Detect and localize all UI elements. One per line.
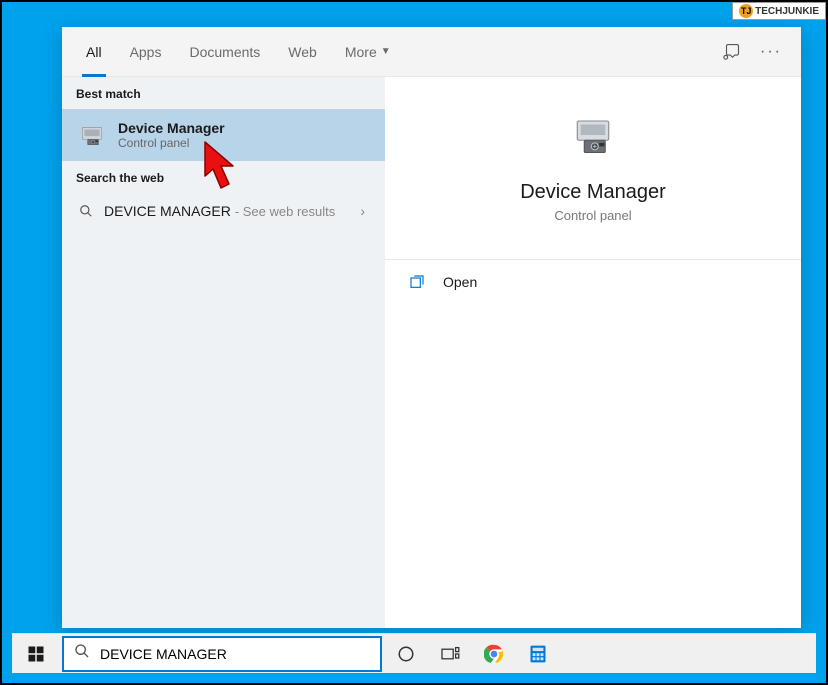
tab-documents[interactable]: Documents xyxy=(175,27,274,76)
calculator-icon xyxy=(528,644,548,664)
device-manager-icon xyxy=(76,119,108,151)
taskbar xyxy=(12,633,816,673)
open-icon xyxy=(409,274,429,290)
preview-header: Device Manager Control panel xyxy=(385,107,801,247)
search-icon xyxy=(74,643,90,664)
tab-more[interactable]: More ▼ xyxy=(331,27,405,76)
best-match-header: Best match xyxy=(62,77,385,109)
chrome-taskbar-button[interactable] xyxy=(472,634,516,674)
tab-web[interactable]: Web xyxy=(274,27,331,76)
search-web-header: Search the web xyxy=(62,161,385,193)
feedback-button[interactable] xyxy=(711,32,751,72)
chrome-icon xyxy=(484,644,504,664)
calculator-taskbar-button[interactable] xyxy=(516,634,560,674)
device-manager-icon-large xyxy=(565,107,621,163)
preview-subtitle: Control panel xyxy=(554,208,631,223)
start-button[interactable] xyxy=(12,634,60,674)
content-row: Best match Device Manager Control panel xyxy=(62,77,801,628)
watermark-text: TECHJUNKIE xyxy=(755,6,819,17)
cortana-button[interactable] xyxy=(384,634,428,674)
watermark-logo: TJ xyxy=(739,4,753,18)
best-match-device-manager[interactable]: Device Manager Control panel xyxy=(62,109,385,161)
taskbar-search-box[interactable] xyxy=(62,636,382,672)
windows-icon xyxy=(27,645,45,663)
tab-apps[interactable]: Apps xyxy=(116,27,176,76)
feedback-icon xyxy=(722,43,740,61)
results-column: Best match Device Manager Control panel xyxy=(62,77,385,628)
web-result-item[interactable]: DEVICE MANAGER - See web results › xyxy=(62,193,385,229)
tabs-row: All Apps Documents Web More ▼ ··· xyxy=(62,27,801,77)
preview-title: Device Manager xyxy=(520,181,666,204)
task-view-button[interactable] xyxy=(428,634,472,674)
ellipsis-icon: ··· xyxy=(760,43,782,61)
web-result-query: DEVICE MANAGER xyxy=(104,203,231,219)
open-label: Open xyxy=(443,274,477,290)
taskbar-search-input[interactable] xyxy=(100,646,370,662)
tab-all[interactable]: All xyxy=(72,27,116,76)
start-search-panel: All Apps Documents Web More ▼ ··· Best ma… xyxy=(62,27,801,628)
caret-down-icon: ▼ xyxy=(381,46,391,57)
web-result-suffix: - See web results xyxy=(235,204,335,219)
task-view-icon xyxy=(440,646,460,662)
best-match-subtitle: Control panel xyxy=(118,136,225,150)
tab-more-label: More xyxy=(345,44,377,60)
chevron-right-icon: › xyxy=(360,203,371,219)
preview-column: Device Manager Control panel Open xyxy=(385,77,801,628)
watermark: TJTECHJUNKIE xyxy=(732,2,826,20)
cortana-icon xyxy=(397,645,415,663)
options-button[interactable]: ··· xyxy=(751,32,791,72)
search-icon xyxy=(76,204,96,218)
best-match-title: Device Manager xyxy=(118,120,225,136)
open-action[interactable]: Open xyxy=(385,260,801,304)
